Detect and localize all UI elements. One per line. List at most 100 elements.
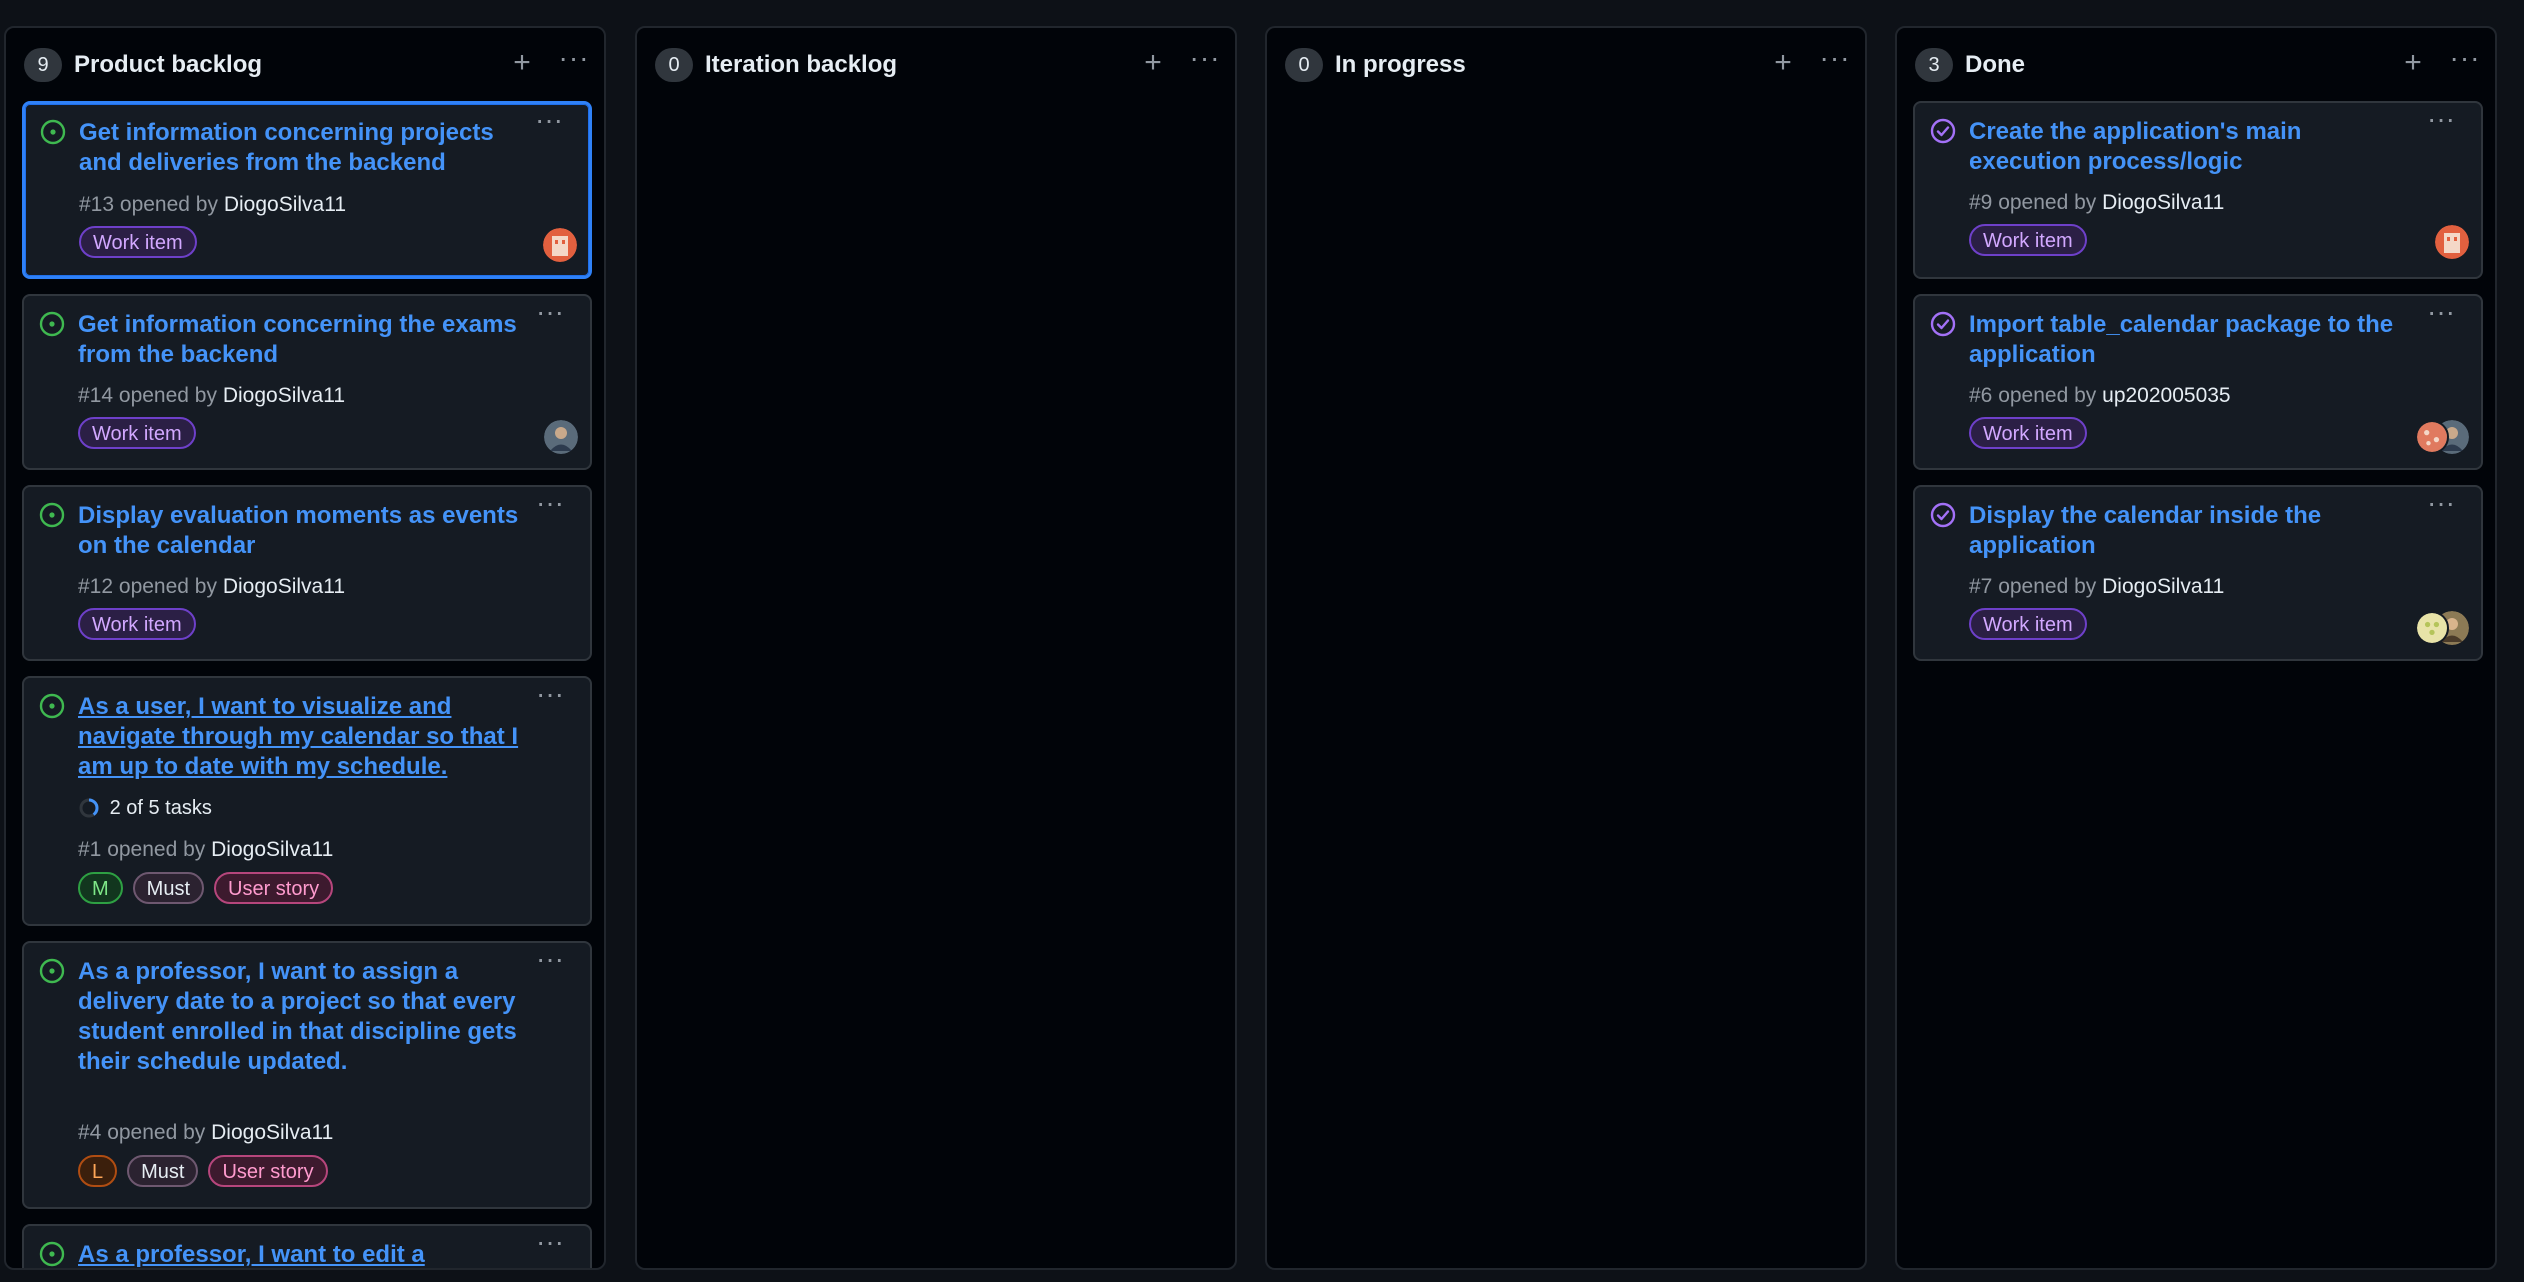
card-labels: Work item: [1969, 608, 2087, 640]
issue-open-icon: [39, 311, 65, 337]
label-priority[interactable]: Must: [132, 872, 205, 904]
author-link[interactable]: up202005035: [2102, 384, 2230, 407]
issue-number: #1: [78, 838, 102, 861]
progress-ring-icon: [79, 798, 99, 818]
issue-number: #6: [1969, 384, 1993, 407]
item-count: 0: [1285, 48, 1323, 82]
issue-number: #4: [78, 1121, 102, 1144]
author-link[interactable]: DiogoSilva11: [2102, 575, 2224, 598]
avatar-icon: [2415, 611, 2449, 645]
column-header: 0 In progress + ···: [1267, 28, 1865, 94]
add-item-icon[interactable]: +: [1137, 47, 1169, 79]
column-in-progress: 0 In progress + ···: [1265, 26, 1867, 1270]
card[interactable]: ··· Get information concerning projects …: [22, 101, 592, 279]
issue-number: #7: [1969, 575, 1993, 598]
card-title[interactable]: Display the calendar inside the applicat…: [1969, 501, 2411, 561]
avatar-pair-icon[interactable]: [2415, 611, 2469, 645]
issue-number: #13: [79, 193, 115, 216]
issue-number: #9: [1969, 191, 1993, 214]
issue-number: #12: [78, 575, 114, 598]
author-link[interactable]: DiogoSilva11: [223, 575, 345, 598]
label-priority[interactable]: Must: [127, 1155, 199, 1187]
card-meta: #7 opened by DiogoSilva11: [1969, 573, 2224, 601]
card[interactable]: ··· As a professor, I want to assign a d…: [22, 941, 592, 1209]
column-title: Iteration backlog: [705, 51, 898, 78]
card[interactable]: ··· Display evaluation moments as events…: [22, 485, 592, 661]
item-count: 3: [1915, 48, 1953, 82]
task-count: 2 of 5 tasks: [109, 797, 212, 819]
label-work-item[interactable]: Work item: [1969, 608, 2087, 640]
author-link[interactable]: DiogoSilva11: [211, 1121, 333, 1144]
author-link[interactable]: DiogoSilva11: [223, 384, 345, 407]
card-title[interactable]: As a professor, I want to edit a: [78, 1240, 520, 1268]
label-work-item[interactable]: Work item: [79, 226, 197, 258]
card-title[interactable]: Get information concerning the exams fro…: [78, 310, 520, 370]
card-options-icon[interactable]: ···: [530, 298, 570, 330]
column-options-icon[interactable]: ···: [1815, 44, 1855, 79]
card-options-icon[interactable]: ···: [530, 945, 570, 977]
card-options-icon[interactable]: ···: [530, 489, 570, 521]
avatar-photo-icon[interactable]: [544, 420, 578, 454]
column-options-icon[interactable]: ···: [554, 44, 594, 79]
avatar-orange-icon[interactable]: [543, 228, 577, 262]
opened-by-text: opened by: [118, 384, 217, 407]
label-work-item[interactable]: Work item: [1969, 417, 2087, 449]
card-options-icon[interactable]: ···: [529, 106, 569, 138]
issue-open-icon: [39, 958, 65, 984]
card-options-icon[interactable]: ···: [530, 1228, 570, 1260]
card-title[interactable]: Get information concerning projects and …: [79, 118, 519, 178]
add-item-icon[interactable]: +: [506, 47, 538, 79]
issue-closed-icon: [1930, 502, 1956, 528]
card-options-icon[interactable]: ···: [530, 680, 570, 712]
card-title[interactable]: As a user, I want to visualize and navig…: [78, 692, 520, 782]
label-user-story[interactable]: User story: [208, 1155, 328, 1187]
card-meta: #13 opened by DiogoSilva11: [79, 191, 346, 219]
card[interactable]: ··· As a professor, I want to edit a: [22, 1224, 592, 1268]
label-size[interactable]: L: [78, 1155, 118, 1187]
card-labels: Work item: [1969, 417, 2087, 449]
label-size[interactable]: M: [78, 872, 123, 904]
card-labels: L Must User story: [78, 1155, 328, 1187]
author-link[interactable]: DiogoSilva11: [2102, 191, 2224, 214]
task-progress: 2 of 5 tasks: [78, 794, 212, 822]
item-count: 0: [655, 48, 693, 82]
card[interactable]: ··· Get information concerning the exams…: [22, 294, 592, 470]
column-iteration-backlog: 0 Iteration backlog + ···: [635, 26, 1237, 1270]
issue-closed-icon: [1930, 311, 1956, 337]
add-item-icon[interactable]: +: [2397, 47, 2429, 79]
label-work-item[interactable]: Work item: [78, 608, 196, 640]
card-title[interactable]: Import table_calendar package to the app…: [1969, 310, 2411, 370]
author-link[interactable]: DiogoSilva11: [224, 193, 346, 216]
card-title[interactable]: Create the application's main execution …: [1969, 117, 2411, 177]
card-title[interactable]: As a professor, I want to assign a deliv…: [78, 957, 520, 1077]
issue-open-icon: [39, 1241, 65, 1267]
add-item-icon[interactable]: +: [1767, 47, 1799, 79]
card[interactable]: ··· Import table_calendar package to the…: [1913, 294, 2483, 470]
avatar-pair-icon[interactable]: [2415, 420, 2469, 454]
card-labels: Work item: [78, 608, 196, 640]
opened-by-text: opened by: [1998, 191, 2097, 214]
label-work-item[interactable]: Work item: [78, 417, 196, 449]
card-labels: M Must User story: [78, 872, 334, 904]
author-link[interactable]: DiogoSilva11: [211, 838, 333, 861]
opened-by-text: opened by: [119, 193, 218, 216]
project-board: 9 Product backlog + ··· ··· Get informat…: [0, 0, 2524, 1282]
card[interactable]: ··· As a user, I want to visualize and n…: [22, 676, 592, 926]
card-options-icon[interactable]: ···: [2421, 298, 2461, 330]
label-work-item[interactable]: Work item: [1969, 224, 2087, 256]
avatar-orange-icon[interactable]: [2435, 225, 2469, 259]
card-title[interactable]: Display evaluation moments as events on …: [78, 501, 520, 561]
column-done: 3 Done + ··· ··· Create the application'…: [1895, 26, 2497, 1270]
label-user-story[interactable]: User story: [214, 872, 334, 904]
column-options-icon[interactable]: ···: [2445, 44, 2485, 79]
column-options-icon[interactable]: ···: [1185, 44, 1225, 79]
avatar-icon: [2415, 420, 2449, 454]
card-options-icon[interactable]: ···: [2421, 105, 2461, 137]
opened-by-text: opened by: [118, 575, 217, 598]
card-meta: #6 opened by up202005035: [1969, 382, 2231, 410]
issue-number: #14: [78, 384, 114, 407]
card[interactable]: ··· Display the calendar inside the appl…: [1913, 485, 2483, 661]
column-title: Done: [1965, 51, 2025, 78]
card-options-icon[interactable]: ···: [2421, 489, 2461, 521]
card[interactable]: ··· Create the application's main execut…: [1913, 101, 2483, 279]
